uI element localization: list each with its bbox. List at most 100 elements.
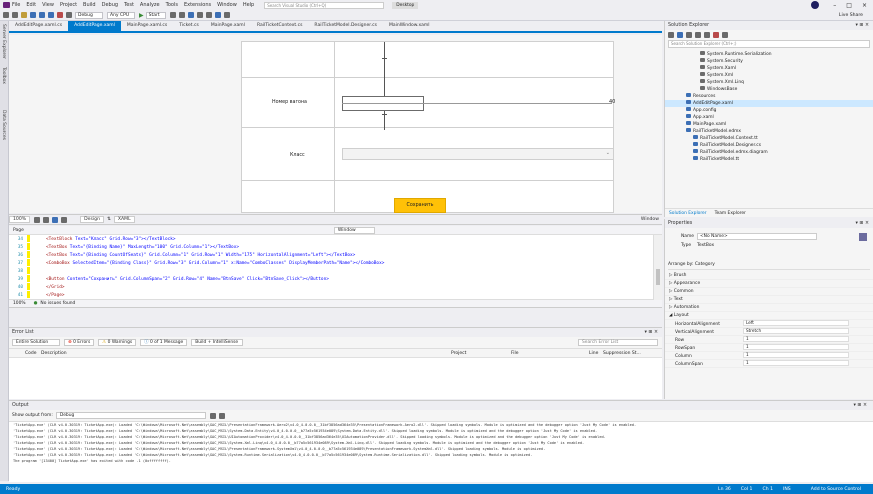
document-tab[interactable]: Ticket.cs [173,21,205,31]
pane-menu-icon[interactable]: ▾ ⊞ × [854,401,868,410]
property-value[interactable]: 1 [743,352,849,358]
undo-icon[interactable] [57,12,63,18]
errors-filter[interactable]: ⊗ 0 Errors [64,339,95,346]
property-value[interactable]: 1 [743,336,849,342]
menu-build[interactable]: Build [83,2,96,8]
code-line[interactable]: 36 <TextBox Text="{Binding CountOfSeats}"… [9,251,662,259]
toolbar-icon-2[interactable] [178,12,185,18]
property-value[interactable]: 1 [743,360,849,366]
document-tab[interactable]: RailTicketContext.cs [251,21,308,31]
element-selector[interactable]: Window [638,217,662,222]
redo-icon[interactable] [66,12,72,18]
menu-tools[interactable]: Tools [166,2,178,8]
col-suppression[interactable]: Suppression St... [603,351,647,356]
output-source-dropdown[interactable]: Debug [55,412,206,419]
toolbar-icon-5[interactable] [205,12,212,18]
toolbar-icon-1[interactable] [169,12,176,18]
menu-project[interactable]: Project [60,2,77,8]
property-category[interactable]: ▷ Text [665,296,873,304]
document-tab[interactable]: AddEditPage.xaml [68,21,121,31]
properties-icon[interactable] [704,32,710,38]
tree-item[interactable]: System.Xml.Linq [665,79,873,86]
effects-icon[interactable] [61,216,68,223]
tree-item[interactable]: RailTicketModel.edmx [665,128,873,135]
page-canvas[interactable]: Номер вагона 40 Класс ⌄ Сохранить [241,41,615,213]
forward-icon[interactable] [12,12,18,18]
pane-menu-icon[interactable]: ▾ ⊞ × [856,219,870,228]
tree-item[interactable]: App.config [665,107,873,114]
tree-item[interactable]: RailTicketModel.Designer.cs [665,142,873,149]
collapse-icon[interactable] [686,32,692,38]
show-all-files-icon[interactable] [695,32,701,38]
col-description[interactable]: Description [31,351,451,356]
tree-item[interactable]: System.Runtime.Serialization [665,51,873,58]
save-all-icon[interactable] [48,12,54,18]
property-category[interactable]: ▷ Appearance [665,280,873,288]
menu-analyze[interactable]: Analyze [140,2,160,8]
pane-pin-icon[interactable]: ▾ ⊞ × [645,328,659,337]
search-input[interactable]: Search Visual Studio (Ctrl+Q) [264,1,385,9]
menu-window[interactable]: Window [217,2,237,8]
error-list-search[interactable]: Search Error List [578,339,658,346]
property-value[interactable]: 1 [743,344,849,350]
col-file[interactable]: File [511,351,589,356]
output-text[interactable]: 'TicketApp.exe' (CLR v4.0.30319: TicketA… [9,422,873,464]
menu-edit[interactable]: Edit [26,2,36,8]
document-tab[interactable]: AddEditPage.xaml.cs [9,21,68,31]
menu-extensions[interactable]: Extensions [184,2,211,8]
tree-item[interactable]: RailTicketModel.Context.tt [665,135,873,142]
build-filter-dropdown[interactable]: Build + IntelliSense [191,339,244,346]
refresh-designer-icon[interactable] [52,216,59,223]
menu-help[interactable]: Help [243,2,254,8]
property-value[interactable]: Stretch [743,328,849,334]
member-selector[interactable]: Window [333,226,375,234]
messages-filter[interactable]: ⓘ 0 of 1 Message [140,339,188,346]
toolbar-icon-3[interactable] [187,12,194,18]
label-type[interactable]: Класс [290,153,305,158]
code-body[interactable]: 34 <TextBlock Text="Класс" Grid.Row="3"><… [9,235,662,299]
save-button[interactable]: Сохранить [394,198,446,213]
document-tab[interactable]: MainPage.xaml [205,21,251,31]
warnings-filter[interactable]: ⚠ 0 Warnings [98,339,137,346]
tab-design[interactable]: Design [80,216,105,223]
property-category[interactable]: ◢ Layout [665,312,873,320]
toolbar-icon-6[interactable] [214,12,221,18]
start-button[interactable]: Start [145,11,166,19]
tab-solution-explorer[interactable]: Solution Explorer [669,211,707,216]
code-line[interactable]: 35 <TextBox Text="{Binding Name}" MaxLeng… [9,243,662,251]
configuration-dropdown[interactable]: Debug [75,11,103,19]
col-code[interactable]: Code [9,351,37,356]
property-category[interactable]: ▷ Brush [665,272,873,280]
server-explorer-tab[interactable]: Server Explorer [1,24,6,64]
platform-dropdown[interactable]: Any CPU [107,11,135,19]
pane-menu-icon[interactable]: ▾ ⊞ × [856,21,870,30]
add-to-source-control-button[interactable]: Add to Source Control [811,487,861,492]
close-icon[interactable]: × [862,2,867,9]
sync-icon[interactable] [677,32,683,38]
code-line[interactable]: 37 <ComboBox SelectedItem="{Binding Class… [9,259,662,267]
open-icon[interactable] [30,12,36,18]
solution-search-input[interactable]: Search Solution Explorer (Ctrl+;) [668,40,870,48]
tab-team-explorer[interactable]: Team Explorer [715,211,746,216]
clear-all-icon[interactable] [209,412,216,419]
xaml-editor[interactable]: Page Window 34 <TextBlock Text="Класс" Gr… [9,226,662,308]
menu-debug[interactable]: Debug [102,2,118,8]
tree-item[interactable]: System.Xml [665,72,873,79]
swap-panes-icon[interactable]: ⇅ [104,217,114,222]
tree-item[interactable]: Resources [665,93,873,100]
live-share-button[interactable]: Live Share [839,13,863,18]
minimize-icon[interactable]: – [833,2,836,9]
document-tab[interactable]: MainPage.xaml.cs [121,21,173,31]
menu-test[interactable]: Test [124,2,134,8]
tree-item[interactable]: RailTicketModel.edmx.diagram [665,149,873,156]
code-line[interactable]: 34 <TextBlock Text="Класс" Grid.Row="3"><… [9,235,662,243]
class-combobox[interactable]: ⌄ [342,148,614,160]
tree-item[interactable]: RailTicketModel.tt [665,156,873,163]
code-line[interactable]: 38 [9,267,662,275]
new-project-icon[interactable] [21,12,27,18]
maximize-icon[interactable]: □ [846,2,852,9]
home-icon[interactable] [668,32,674,38]
back-icon[interactable] [3,12,9,18]
toolbox-tab[interactable]: Toolbox [1,67,6,107]
preview-icon[interactable] [713,32,719,38]
